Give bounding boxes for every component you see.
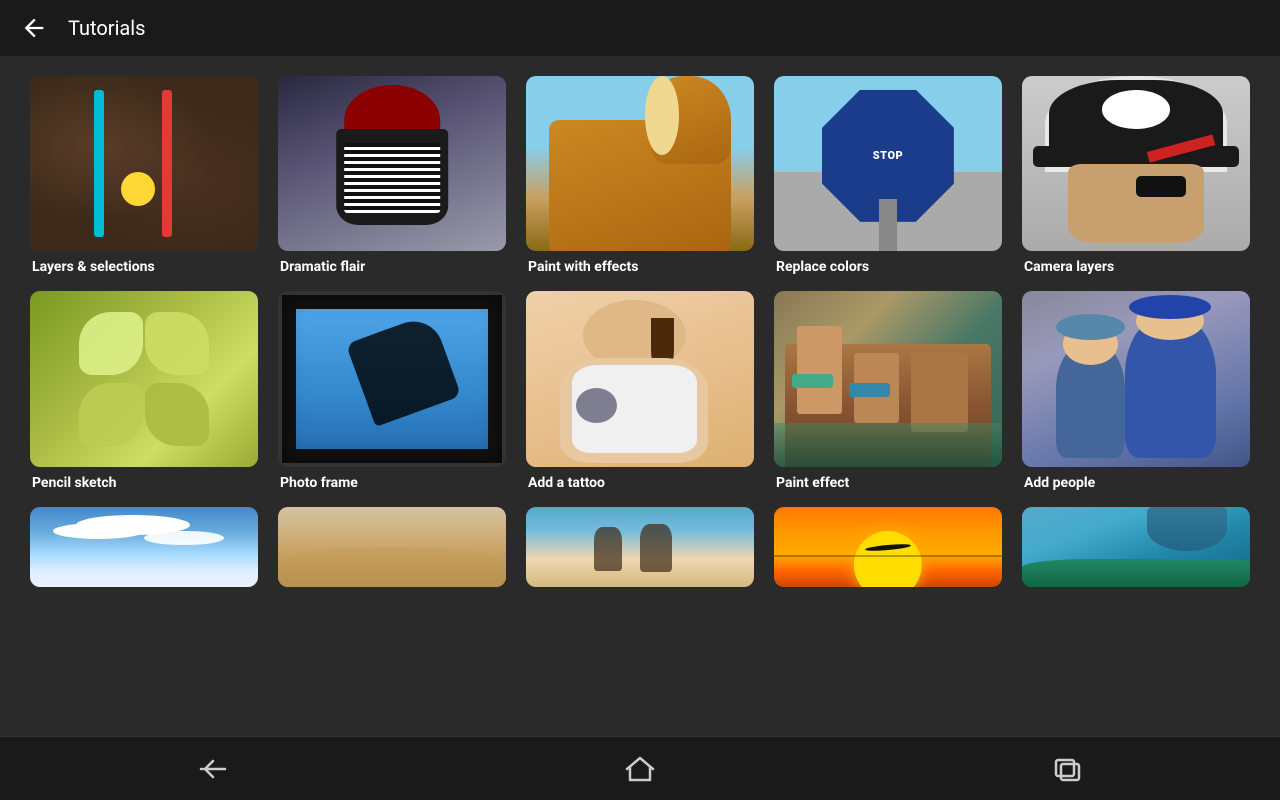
tutorial-label-paint-with-effects: Paint with effects bbox=[526, 259, 754, 275]
tutorial-item-replace-colors[interactable]: STOP Replace colors bbox=[774, 76, 1002, 275]
tutorial-item-dramatic-flair[interactable]: Dramatic flair bbox=[278, 76, 506, 275]
home-nav-button[interactable] bbox=[600, 747, 680, 791]
tutorial-thumb-paint-with-effects bbox=[526, 76, 754, 251]
tutorial-item-coastal[interactable] bbox=[1022, 507, 1250, 595]
tutorial-label-pencil-sketch: Pencil sketch bbox=[30, 475, 258, 491]
tutorial-thumb-paint-effect bbox=[774, 291, 1002, 466]
tutorial-label-paint-effect: Paint effect bbox=[774, 475, 1002, 491]
tutorial-thumb-sunset bbox=[774, 507, 1002, 587]
tutorial-thumb-beach bbox=[526, 507, 754, 587]
tutorial-thumb-replace-colors: STOP bbox=[774, 76, 1002, 251]
recents-nav-button[interactable] bbox=[1027, 747, 1107, 791]
tutorial-label-camera-layers: Camera layers bbox=[1022, 259, 1250, 275]
tutorial-item-sunset[interactable] bbox=[774, 507, 1002, 595]
tutorial-thumb-photo-frame bbox=[278, 291, 506, 466]
back-button[interactable] bbox=[16, 10, 52, 46]
tutorial-item-add-a-tattoo[interactable]: Add a tattoo bbox=[526, 291, 754, 490]
tutorial-thumb-dramatic-flair bbox=[278, 76, 506, 251]
tutorial-thumb-camera-layers bbox=[1022, 76, 1250, 251]
tutorial-label-add-people: Add people bbox=[1022, 475, 1250, 491]
tutorial-thumb-add-people bbox=[1022, 291, 1250, 466]
tutorial-thumb-sky bbox=[30, 507, 258, 587]
tutorial-item-sky[interactable] bbox=[30, 507, 258, 595]
page-title: Tutorials bbox=[68, 16, 146, 40]
tutorial-label-layers-selections: Layers & selections bbox=[30, 259, 258, 275]
tutorial-label-dramatic-flair: Dramatic flair bbox=[278, 259, 506, 275]
tutorial-item-beach[interactable] bbox=[526, 507, 754, 595]
tutorial-label-photo-frame: Photo frame bbox=[278, 475, 506, 491]
tutorial-thumb-add-a-tattoo bbox=[526, 291, 754, 466]
back-nav-button[interactable] bbox=[173, 747, 253, 791]
bottom-navigation bbox=[0, 736, 1280, 800]
tutorials-content: Layers & selections Dramatic flair bbox=[0, 56, 1280, 736]
tutorial-thumb-pencil-sketch bbox=[30, 291, 258, 466]
tutorial-item-paint-effect[interactable]: Paint effect bbox=[774, 291, 1002, 490]
tutorial-label-add-a-tattoo: Add a tattoo bbox=[526, 475, 754, 491]
tutorial-item-layers-selections[interactable]: Layers & selections bbox=[30, 76, 258, 275]
tutorial-item-desert[interactable] bbox=[278, 507, 506, 595]
topbar: Tutorials bbox=[0, 0, 1280, 56]
tutorial-item-add-people[interactable]: Add people bbox=[1022, 291, 1250, 490]
tutorial-item-pencil-sketch[interactable]: Pencil sketch bbox=[30, 291, 258, 490]
tutorial-label-replace-colors: Replace colors bbox=[774, 259, 1002, 275]
tutorial-thumb-layers-selections bbox=[30, 76, 258, 251]
tutorial-thumb-desert bbox=[278, 507, 506, 587]
tutorial-thumb-coastal bbox=[1022, 507, 1250, 587]
tutorial-item-photo-frame[interactable]: Photo frame bbox=[278, 291, 506, 490]
tutorials-grid: Layers & selections Dramatic flair bbox=[30, 76, 1250, 595]
tutorial-item-camera-layers[interactable]: Camera layers bbox=[1022, 76, 1250, 275]
tutorial-item-paint-with-effects[interactable]: Paint with effects bbox=[526, 76, 754, 275]
